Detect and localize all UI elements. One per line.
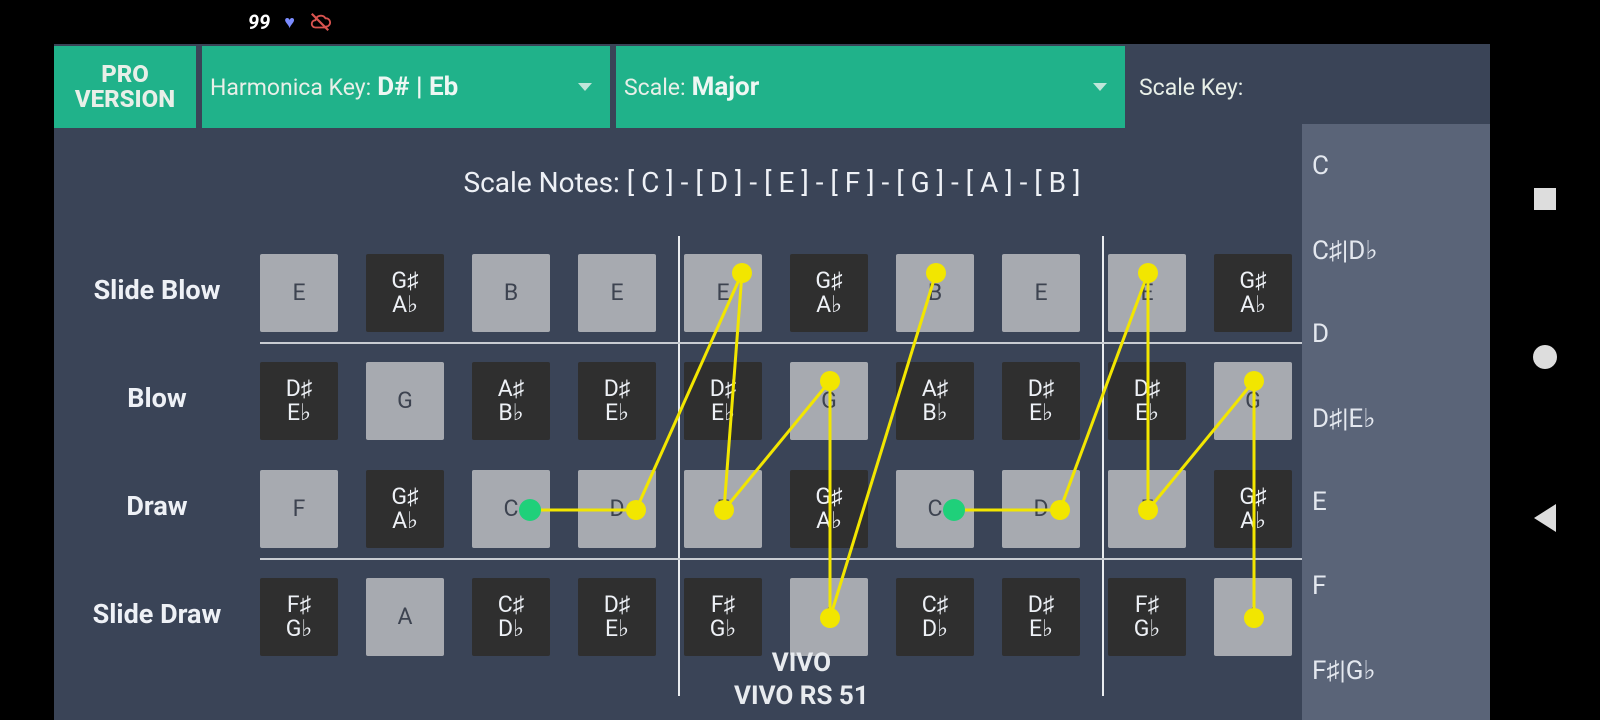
scale-key-option[interactable]: D♯|E♭ (1302, 376, 1490, 460)
row-label: Slide Blow (54, 236, 260, 344)
pro-line2: VERSION (75, 87, 175, 112)
note-cell[interactable]: F (260, 470, 338, 548)
scale-key-label: Scale Key: (1139, 74, 1243, 101)
note-cell[interactable]: D♯E♭ (684, 362, 762, 440)
note-cell[interactable]: D (1002, 470, 1080, 548)
note-cell[interactable]: F♯G♭ (260, 578, 338, 656)
grid-row-draw: FG♯A♭CDFG♯A♭CDFG♯A♭ (260, 452, 1302, 560)
app-window: PRO VERSION Harmonica Key: D# | Eb Scale… (54, 44, 1490, 720)
note-cell[interactable]: F♯G♭ (684, 578, 762, 656)
note-cell[interactable]: F♯G♭ (1108, 578, 1186, 656)
note-cell[interactable]: E (1002, 254, 1080, 332)
grid-row-blow: D♯E♭ G A♯B♭ D♯E♭ D♯E♭ G A♯B♭ D♯E♭ D♯E♭ G (260, 344, 1302, 452)
note-cell[interactable]: E (1108, 254, 1186, 332)
note-cell[interactable]: E (684, 254, 762, 332)
scale-label: Scale: (624, 74, 686, 101)
scale-key-options[interactable]: CC♯|D♭DD♯|E♭EFF♯|G♭G (1302, 124, 1490, 720)
row-label: Blow (54, 344, 260, 452)
grid-row-slide-draw: F♯G♭ A C♯D♭ D♯E♭ F♯G♭ A C♯D♭ D♯E♭ F♯G♭ A (260, 560, 1302, 668)
scale-key-option[interactable]: G (1302, 712, 1490, 720)
android-nav-bar (1490, 0, 1600, 720)
scale-key-option[interactable]: C (1302, 124, 1490, 208)
note-cell[interactable]: D♯E♭ (1002, 578, 1080, 656)
harmonica-key-value: D# | Eb (377, 72, 458, 102)
home-button[interactable] (1533, 345, 1557, 369)
scale-key-option[interactable]: F♯|G♭ (1302, 628, 1490, 712)
chevron-down-icon (1093, 83, 1107, 91)
note-grid: Slide BlowBlowDrawSlide Draw EG♯A♭BEEG♯A… (54, 236, 1490, 716)
scale-value: Major (692, 72, 760, 102)
note-cell[interactable]: D♯E♭ (578, 578, 656, 656)
harmonica-key-label: Harmonica Key: (210, 74, 371, 101)
note-cell[interactable]: G (366, 362, 444, 440)
note-cell[interactable]: F (1108, 470, 1186, 548)
note-cell[interactable]: G♯A♭ (1214, 254, 1292, 332)
toolbar: PRO VERSION Harmonica Key: D# | Eb Scale… (54, 44, 1490, 128)
note-cell[interactable]: D♯E♭ (260, 362, 338, 440)
note-cell[interactable]: E (260, 254, 338, 332)
note-cell[interactable]: B (472, 254, 550, 332)
grid-row-slide-blow: EG♯A♭BEEG♯A♭BEEG♯A♭ (260, 236, 1302, 344)
row-labels: Slide BlowBlowDrawSlide Draw (54, 236, 260, 668)
note-cell[interactable]: D♯E♭ (1002, 362, 1080, 440)
note-cell[interactable]: C (896, 470, 974, 548)
note-cell[interactable]: G♯A♭ (366, 254, 444, 332)
grid-cells: EG♯A♭BEEG♯A♭BEEG♯A♭D♯E♭GA♯B♭D♯E♭D♯E♭GA♯B… (260, 236, 1302, 716)
note-cell[interactable]: D♯E♭ (1108, 362, 1186, 440)
row-label: Slide Draw (54, 560, 260, 668)
note-cell[interactable]: A♯B♭ (472, 362, 550, 440)
note-cell[interactable]: A♯B♭ (896, 362, 974, 440)
note-cell[interactable]: A (790, 578, 868, 656)
note-cell[interactable]: A (366, 578, 444, 656)
scale-key-option[interactable]: F (1302, 544, 1490, 628)
note-cell[interactable]: G♯A♭ (366, 470, 444, 548)
row-label: Draw (54, 452, 260, 560)
note-cell[interactable]: G♯A♭ (790, 254, 868, 332)
scale-key-select[interactable]: Scale Key: (1131, 46, 1490, 128)
status-number: 99 (248, 10, 270, 34)
note-cell[interactable]: C (472, 470, 550, 548)
statusbar: 99 ♥ (0, 0, 1600, 44)
note-cell[interactable]: E (578, 254, 656, 332)
note-cell[interactable]: G (790, 362, 868, 440)
scale-key-option[interactable]: E (1302, 460, 1490, 544)
heart-icon: ♥ (284, 12, 295, 33)
scale-notes-line: Scale Notes: [ C ] - [ D ] - [ E ] - [ F… (54, 128, 1490, 236)
note-cell[interactable]: A (1214, 578, 1292, 656)
pro-version-button[interactable]: PRO VERSION (54, 46, 196, 128)
recent-apps-button[interactable] (1534, 188, 1556, 210)
note-cell[interactable]: B (896, 254, 974, 332)
note-cell[interactable]: D♯E♭ (578, 362, 656, 440)
scale-key-option[interactable]: C♯|D♭ (1302, 208, 1490, 292)
note-cell[interactable]: C♯D♭ (896, 578, 974, 656)
scale-key-option[interactable]: D (1302, 292, 1490, 376)
scale-select[interactable]: Scale: Major (616, 46, 1125, 128)
harmonica-key-select[interactable]: Harmonica Key: D# | Eb (202, 46, 610, 128)
note-cell[interactable]: G♯A♭ (1214, 470, 1292, 548)
note-cell[interactable]: G♯A♭ (790, 470, 868, 548)
back-button[interactable] (1534, 504, 1556, 532)
note-cell[interactable]: G (1214, 362, 1292, 440)
note-cell[interactable]: D (578, 470, 656, 548)
note-cell[interactable]: C♯D♭ (472, 578, 550, 656)
pro-line1: PRO (101, 62, 149, 87)
cloud-off-icon (309, 11, 331, 33)
note-cell[interactable]: F (684, 470, 762, 548)
chevron-down-icon (578, 83, 592, 91)
